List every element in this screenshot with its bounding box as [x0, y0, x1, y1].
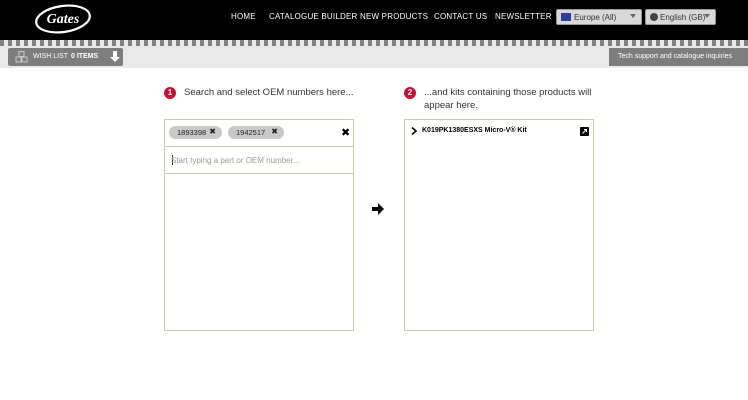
kit-name[interactable]: K019PK1380ESXS Micro-V® Kit [422, 127, 527, 134]
nav-contact-us[interactable]: CONTACT US [434, 12, 487, 21]
arrow-right-icon [372, 203, 384, 215]
search-field-row [165, 147, 353, 174]
wishlist-cubes-icon [15, 51, 28, 63]
chevron-down-icon [630, 14, 636, 18]
external-link-icon[interactable] [580, 127, 589, 136]
oem-tag[interactable]: 1893398 ✖ [169, 126, 222, 139]
svg-text:Gates: Gates [47, 12, 80, 27]
tech-support-label: Tech support and catalogue inquiries [618, 53, 733, 60]
wishlist-count: 0 ITEMS [71, 53, 99, 60]
tech-support-button[interactable]: Tech support and catalogue inquiries [609, 48, 748, 66]
wishlist-button[interactable]: WISH LIST 0 ITEMS [8, 48, 123, 66]
remove-tag-icon[interactable]: ✖ [271, 127, 278, 136]
region-select[interactable]: Europe (All) [556, 9, 642, 25]
list-item[interactable]: K019PK1380ESXS Micro-V® Kit [405, 124, 593, 138]
globe-icon [650, 13, 658, 21]
nav-newsletter[interactable]: NEWSLETTER [495, 12, 552, 21]
eu-flag-icon [561, 13, 571, 21]
nav-catalogue-builder[interactable]: CATALOGUE BUILDER [269, 12, 357, 21]
gates-logo[interactable]: Gates [34, 4, 92, 34]
step-2-instruction: ...and kits containing those products wi… [424, 87, 592, 111]
arrow-down-icon [110, 51, 120, 62]
kit-results-panel: K019PK1380ESXS Micro-V® Kit [404, 119, 594, 331]
language-select-value: English (GB) [660, 13, 706, 22]
selected-tags: 1893398 ✖ 1942517 ✖ ✖ [165, 120, 353, 147]
oem-tag-label: 1942517 [236, 128, 266, 137]
ribbon-divider [0, 40, 748, 46]
chevron-right-icon[interactable] [411, 127, 417, 135]
remove-tag-icon[interactable]: ✖ [209, 127, 216, 136]
step-1-instruction: Search and select OEM numbers here... [184, 87, 354, 98]
step-2-badge: 2 [404, 87, 416, 99]
nav-home[interactable]: HOME [231, 12, 256, 21]
oem-search-input[interactable] [171, 154, 347, 166]
oem-tag[interactable]: 1942517 ✖ [228, 126, 284, 139]
step-1-badge: 1 [164, 87, 176, 99]
wishlist-label: WISH LIST [33, 53, 69, 60]
nav-new-products[interactable]: NEW PRODUCTS [360, 12, 428, 21]
clear-all-icon[interactable]: ✖ [341, 126, 350, 139]
language-select[interactable]: English (GB) [645, 9, 716, 25]
region-select-value: Europe (All) [574, 13, 617, 22]
chevron-down-icon [704, 14, 710, 18]
top-navigation-bar: Gates HOME CATALOGUE BUILDER NEW PRODUCT… [0, 0, 748, 40]
oem-tag-label: 1893398 [177, 128, 207, 137]
oem-search-panel: 1893398 ✖ 1942517 ✖ ✖ [164, 119, 354, 331]
